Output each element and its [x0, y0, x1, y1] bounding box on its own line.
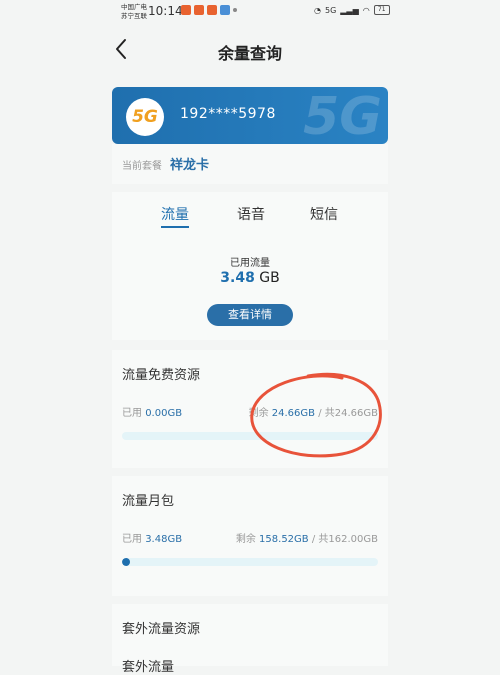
tab-sms[interactable]: 短信 — [310, 204, 338, 224]
free-resource-remaining: 剩余 24.66GB / 共24.66GB — [248, 408, 378, 419]
more-notifications-icon — [233, 8, 237, 12]
free-resource-card: 流量免费资源 已用 0.00GB 剩余 24.66GB / 共24.66GB — [112, 350, 388, 468]
tab-voice[interactable]: 语音 — [237, 204, 265, 224]
page-title: 余量查询 — [217, 44, 282, 63]
free-resource-used-value: 0.00GB — [145, 408, 183, 419]
tab-data[interactable]: 流量 — [161, 204, 189, 224]
free-resource-progress-bar — [122, 432, 378, 440]
app-notification-icon — [181, 5, 191, 15]
carrier-info: 中国广电 苏宁互联 — [121, 3, 147, 21]
system-icons: ◔ 5G ▂▃▅ ◠ 71 — [314, 5, 390, 15]
active-tab-indicator — [161, 226, 189, 228]
used-data-label: 已用流量 — [230, 258, 270, 269]
signal-bars-icon: ▂▃▅ — [340, 5, 359, 15]
sim-card: 5G 5G 192****5978 — [112, 87, 388, 144]
clock: 10:14 — [148, 4, 183, 18]
monthly-pack-card: 流量月包 已用 3.48GB 剩余 158.52GB / 共162.00GB — [112, 476, 388, 596]
free-resource-title: 流量免费资源 — [122, 368, 201, 383]
5g-watermark-icon: 5G — [303, 87, 382, 144]
carrier-name-2: 苏宁互联 — [121, 12, 147, 20]
notification-icons — [181, 5, 237, 15]
monthly-pack-used-value: 3.48GB — [145, 534, 183, 545]
monthly-pack-progress-fill — [122, 558, 130, 566]
5g-logo-icon: 5G — [126, 98, 164, 136]
used-data-unit: GB — [259, 270, 280, 286]
monthly-pack-title: 流量月包 — [122, 494, 175, 509]
extra-resource-title: 套外流量资源 — [122, 622, 201, 637]
used-data-number: 3.48 — [220, 270, 255, 286]
monthly-pack-progress-bar — [122, 558, 378, 566]
monthly-pack-remaining-value: 158.52GB — [259, 534, 309, 545]
plan-name: 祥龙卡 — [170, 158, 210, 173]
nav-bar: 余量查询 — [0, 24, 500, 74]
carrier-name-1: 中国广电 — [121, 3, 147, 11]
free-resource-total-value: 24.66GB — [334, 408, 378, 419]
plan-row: 当前套餐 祥龙卡 — [112, 144, 388, 184]
signal-label: 5G — [324, 5, 337, 15]
wifi-icon: ◠ — [362, 5, 370, 15]
app-notification-icon — [220, 5, 230, 15]
battery-icon: 71 — [373, 5, 390, 15]
app-notification-icon — [194, 5, 204, 15]
free-resource-remaining-value: 24.66GB — [271, 408, 316, 419]
usage-panel: 流量 语音 短信 已用流量 3.48 GB 查看详情 — [112, 192, 388, 340]
monthly-pack-total-value: 162.00GB — [328, 534, 378, 545]
speed-icon: ◔ — [314, 5, 321, 15]
phone-number: 192****5978 — [180, 106, 276, 122]
view-details-button[interactable]: 查看详情 — [207, 304, 293, 326]
status-bar: 中国广电 苏宁互联 10:14 ◔ 5G ▂▃▅ ◠ 71 — [0, 0, 500, 24]
app-notification-icon — [207, 5, 217, 15]
used-data-value: 3.48 GB — [112, 270, 388, 286]
extra-resource-card: 套外流量资源 套外流量 — [112, 604, 388, 675]
plan-label: 当前套餐 — [122, 161, 162, 172]
monthly-pack-remaining: 剩余 158.52GB / 共162.00GB — [235, 534, 378, 545]
free-resource-used: 已用 0.00GB — [122, 408, 183, 419]
monthly-pack-used: 已用 3.48GB — [122, 534, 183, 545]
